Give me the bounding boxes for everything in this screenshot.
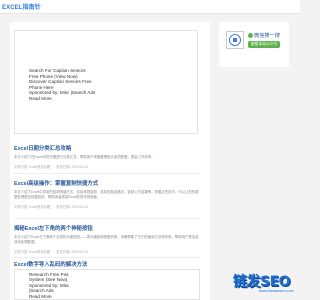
sponsored-ad-bottom[interactable]: Research Free Pos System (See Now) Spons… <box>14 269 200 300</box>
divider <box>14 257 200 258</box>
article-meta: 文章分类: Excel常见问题 发布日期: 2025-03-26 <box>14 204 200 209</box>
divider <box>14 218 200 219</box>
article-meta: 文章分类: Excel常见问题 发布日期: 2025-03-26 <box>14 249 200 254</box>
article-summary: 本文介绍了Excel左下角两个实用的功能按钮——表示缩放和视图切换，详解帮助了它… <box>14 235 199 244</box>
article-date: 发布日期: 2025-03-26 <box>56 164 89 169</box>
main-content: Search For Caption Seniors Free Phone (V… <box>10 22 210 300</box>
article-date: 发布日期: 2025-03-26 <box>56 249 89 254</box>
article-meta: 文章分类: Excel常见问题 发布日期: 2025-03-26 <box>14 164 200 169</box>
sponsored-ad[interactable]: Search For Caption Seniors Free Phone (V… <box>14 30 198 134</box>
divider <box>14 173 200 174</box>
article-title-link[interactable]: Excel数字导入乱码的解决方法 <box>14 260 200 268</box>
watermark-logo: 链发SEO www.liantaoseo.com <box>233 271 297 297</box>
top-bar: EXCEL指南针 <box>0 0 300 14</box>
follow-account-button[interactable]: 查看本站公众号 <box>248 41 280 48</box>
wechat-icon <box>248 33 253 39</box>
ad-read-more-link[interactable]: Read More <box>29 96 95 102</box>
article-summary: 本文介绍了在Excel中按日期进行分类汇总，帮助用户快速整理统计各项数据，提高工… <box>14 155 155 159</box>
ad-line: Discover Caption Seniors Free <box>29 79 92 85</box>
article-date: 发布日期: 2025-03-26 <box>56 204 89 209</box>
ad-read-more-link[interactable]: Read More <box>29 294 69 299</box>
ad-line: Search For Caption Seniors <box>29 68 86 73</box>
article-category[interactable]: 文章分类: Excel常见问题 <box>14 165 50 169</box>
wechat-search-label: 微信搜一搜 <box>248 32 280 39</box>
article-item: Excel日期分类汇总攻略 本文介绍了在Excel中按日期进行分类汇总，帮助用户… <box>14 144 200 169</box>
site-logo[interactable]: EXCEL指南针 <box>2 2 41 11</box>
ad-text: Research Free Pos System (See Now) Spons… <box>29 272 69 299</box>
wechat-card: 微信搜一搜 查看本站公众号 <box>219 22 289 67</box>
article-category[interactable]: 文章分类: Excel常见问题 <box>14 250 50 254</box>
wechat-label-text: 微信搜一搜 <box>254 33 280 39</box>
article-title-link[interactable]: Excel日期分类汇总攻略 <box>14 144 200 152</box>
article-category[interactable]: 文章分类: Excel常见问题 <box>14 205 50 209</box>
article-item: 揭秘Excel左下角的两个神秘按钮 本文介绍了Excel左下角两个实用的功能按钮… <box>14 224 200 254</box>
watermark-text: 链发SEO <box>233 274 291 290</box>
article-item: Excel高级操作：掌握复制快捷方式 本文介绍了Excel中常用的复制快捷方式，… <box>14 179 200 209</box>
article-title-link[interactable]: Excel高级操作：掌握复制快捷方式 <box>14 179 200 187</box>
ad-text: Search For Caption Seniors Free Phone (V… <box>29 68 95 102</box>
article-item: Excel数字导入乱码的解决方法 <box>14 260 200 268</box>
article-title-link[interactable]: 揭秘Excel左下角的两个神秘按钮 <box>14 224 200 232</box>
qr-code-icon <box>226 31 244 49</box>
article-summary: 本文介绍了Excel中常用的复制快捷方式，包括常规复制、选择性粘贴格式、复制公式… <box>14 190 199 199</box>
watermark-url: www.liantaoseo.com <box>259 289 294 293</box>
